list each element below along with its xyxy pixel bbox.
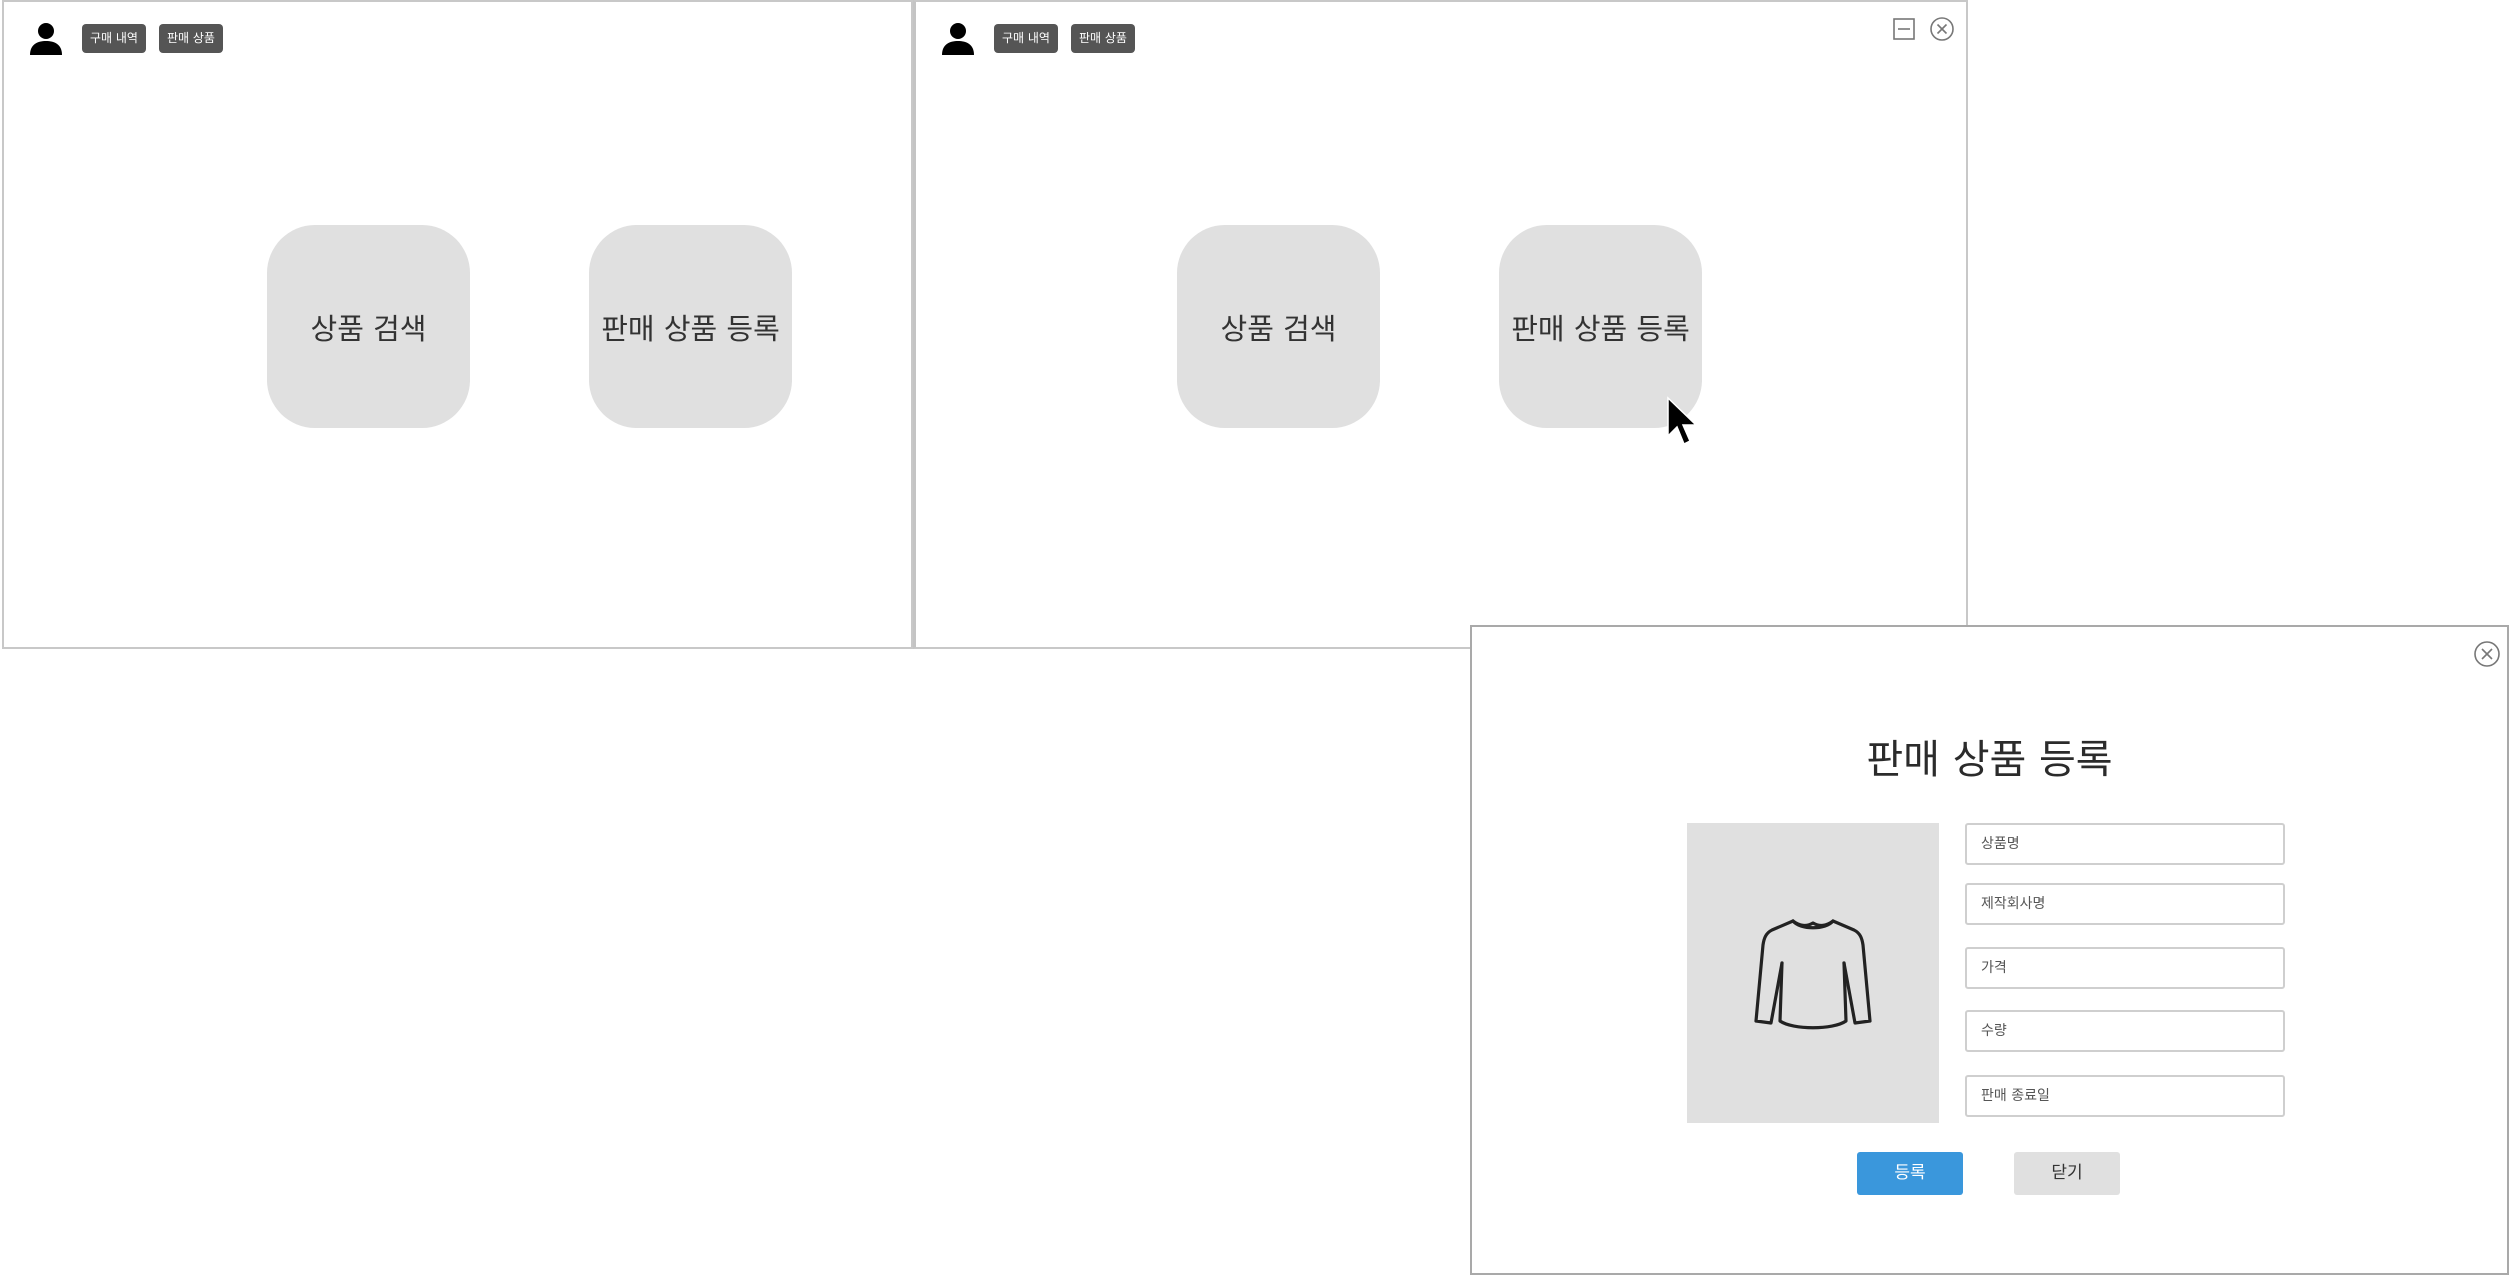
price-field[interactable] (1965, 947, 2285, 989)
register-item-dialog: 판매 상품 등록 등록 닫기 (1470, 625, 2509, 1275)
close-icon[interactable] (2473, 640, 2501, 668)
main-screen-hover: 구매 내역 판매 상품 상품 검색 판매 상품 등록 (913, 0, 1968, 649)
register-button[interactable]: 등록 (1857, 1152, 1963, 1195)
minimize-icon[interactable] (1891, 16, 1917, 42)
product-search-button[interactable]: 상품 검색 (267, 225, 470, 428)
sweater-icon (1754, 919, 1872, 1030)
product-image-upload[interactable] (1687, 823, 1939, 1123)
mouse-cursor-icon (1667, 396, 1698, 446)
register-sale-item-button[interactable]: 판매 상품 등록 (589, 225, 792, 428)
purchase-history-button[interactable]: 구매 내역 (994, 24, 1058, 53)
close-icon[interactable] (1929, 16, 1955, 42)
sale-end-date-field[interactable] (1965, 1075, 2285, 1117)
close-button[interactable]: 닫기 (2014, 1152, 2120, 1195)
quantity-field[interactable] (1965, 1010, 2285, 1052)
product-search-button[interactable]: 상품 검색 (1177, 225, 1380, 428)
sale-items-button[interactable]: 판매 상품 (159, 24, 223, 53)
sale-items-button[interactable]: 판매 상품 (1071, 24, 1135, 53)
purchase-history-button[interactable]: 구매 내역 (82, 24, 146, 53)
user-icon[interactable] (940, 20, 976, 56)
user-icon[interactable] (28, 20, 64, 56)
main-screen: 구매 내역 판매 상품 상품 검색 판매 상품 등록 (2, 0, 913, 649)
product-name-field[interactable] (1965, 823, 2285, 865)
manufacturer-field[interactable] (1965, 883, 2285, 925)
dialog-title: 판매 상품 등록 (1866, 737, 2113, 783)
